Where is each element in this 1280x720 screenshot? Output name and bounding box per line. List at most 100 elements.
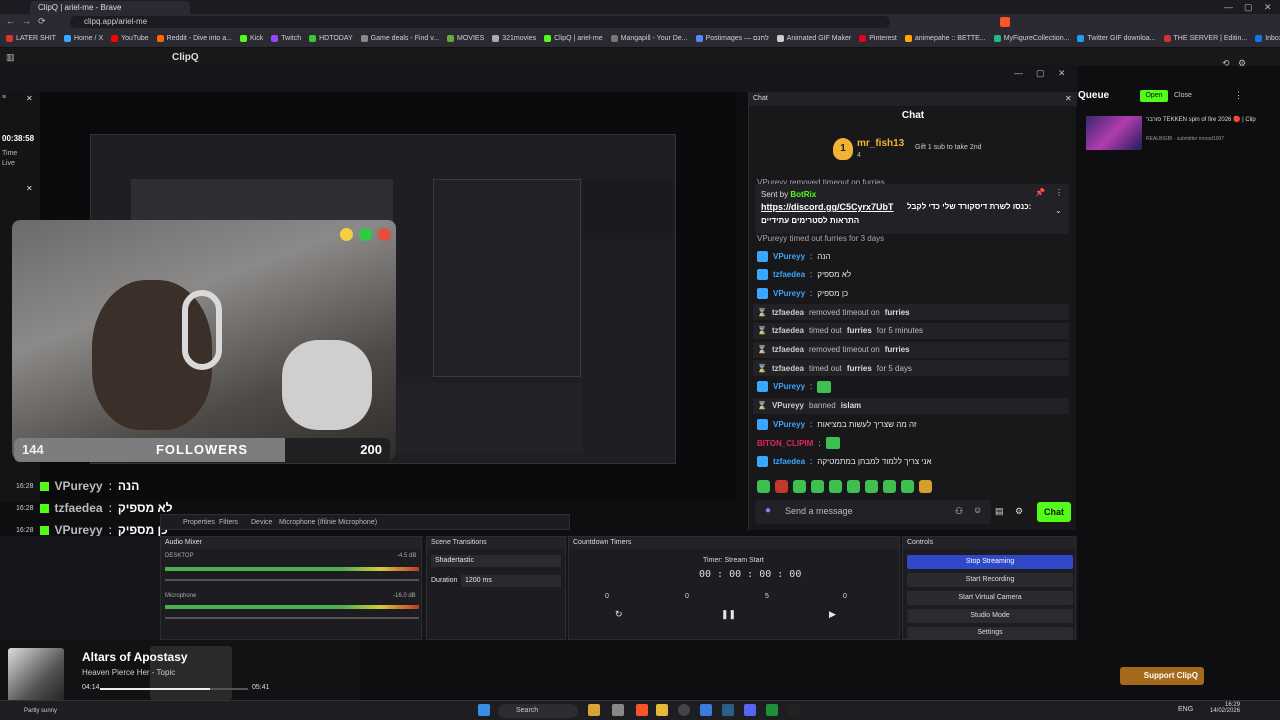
bookmark-item[interactable]: Home / X: [63, 35, 103, 42]
mod-user[interactable]: VPureyy: [772, 401, 804, 410]
mod-target[interactable]: islam: [841, 401, 861, 410]
terminal-icon[interactable]: [788, 704, 800, 716]
mic-icon[interactable]: ●: [765, 505, 771, 516]
chevron-down-icon[interactable]: ⌄: [1055, 206, 1062, 215]
emote-icon[interactable]: [757, 480, 770, 493]
browser-tab[interactable]: ClipQ | ariel-me - Brave: [30, 1, 190, 14]
timer-ms-field[interactable]: 0: [843, 593, 847, 600]
mod-user[interactable]: tzfaedea: [772, 345, 804, 354]
emote-icon[interactable]: [847, 480, 860, 493]
chat-settings-icon[interactable]: ⚙: [1015, 506, 1023, 517]
brave-shield-icon[interactable]: [1000, 17, 1010, 27]
bookmark-item[interactable]: Reddit - Dive into a...: [156, 35, 232, 42]
gift-icon[interactable]: ▤: [995, 506, 1004, 517]
maximize-icon[interactable]: ▢: [1244, 2, 1253, 13]
gifter-name[interactable]: mr_fish13: [857, 138, 904, 149]
forward-icon[interactable]: →: [22, 16, 31, 26]
support-button[interactable]: Support ClipQ: [1120, 667, 1204, 685]
bookmark-item[interactable]: Mangapill - Your De...: [610, 35, 688, 42]
start-virtual-camera-button[interactable]: Start Virtual Camera: [907, 591, 1073, 605]
queue-thumbnail[interactable]: [1086, 116, 1142, 150]
obs-icon[interactable]: [678, 704, 690, 716]
mod-target[interactable]: furries: [847, 364, 872, 373]
chat-username[interactable]: BITON_CLIPIM: [757, 439, 813, 448]
studio-mode-button[interactable]: Studio Mode: [907, 609, 1073, 623]
mic-slider[interactable]: [165, 617, 419, 619]
windows-start-icon[interactable]: [478, 704, 490, 716]
queue-item-title[interactable]: סורבר TEKKEN spin of fire 2026 🔴 | Clip: [1146, 116, 1258, 123]
pinned-more-icon[interactable]: ⋮: [1055, 188, 1063, 197]
pause-icon[interactable]: ❚❚: [721, 609, 736, 620]
left-dock-close-icon[interactable]: ✕: [26, 94, 33, 103]
settings-icon[interactable]: ⚙: [1238, 58, 1246, 69]
emote-icon[interactable]: [865, 480, 878, 493]
bookmark-item[interactable]: MOVIES: [447, 35, 484, 42]
transition-select[interactable]: Shadertastic: [431, 555, 561, 567]
filters-button[interactable]: Filters: [219, 519, 238, 526]
task-view-icon[interactable]: [612, 704, 624, 716]
bookmark-item[interactable]: Twitch: [271, 35, 301, 42]
brave-icon[interactable]: [636, 704, 648, 716]
mod-user[interactable]: tzfaedea: [772, 326, 804, 335]
bookmark-item[interactable]: Kick: [240, 35, 263, 42]
bookmark-item[interactable]: Pinterest: [859, 35, 897, 42]
bookmark-item[interactable]: animepahe :: BETTE...: [904, 35, 986, 42]
queue-close-button[interactable]: Close: [1174, 90, 1202, 102]
chat-username[interactable]: tzfaedea: [773, 270, 805, 279]
obs-minimize-icon[interactable]: —: [1014, 68, 1023, 78]
reset-icon[interactable]: ↻: [615, 609, 623, 620]
bookmark-item[interactable]: THE SERVER | Editin...: [1163, 35, 1247, 42]
chat-username[interactable]: VPureyy: [773, 382, 805, 391]
dock-close-icon[interactable]: ✕: [26, 184, 33, 193]
duration-input[interactable]: 1200 ms: [461, 575, 561, 587]
emote-icon[interactable]: [901, 480, 914, 493]
bookmark-item[interactable]: MyFigureCollection...: [993, 35, 1069, 42]
send-chat-button[interactable]: Chat: [1037, 502, 1071, 522]
bookmark-item[interactable]: Animated GIF Maker: [776, 35, 851, 42]
settings-button[interactable]: Settings: [907, 627, 1073, 639]
taskbar-search[interactable]: Search: [498, 704, 578, 718]
queue-menu-icon[interactable]: ⋮: [1234, 90, 1243, 101]
bookmark-item[interactable]: HDTODAY: [309, 35, 353, 42]
bookmark-item[interactable]: LATER SHIT: [6, 35, 56, 42]
left-dock-menu-icon[interactable]: ≡: [2, 94, 6, 101]
device-select[interactable]: Microphone (Ifilnie Microphone): [279, 519, 377, 526]
discord-link[interactable]: https://discord.gg/C5Cyrx7UbT: [761, 202, 894, 212]
start-recording-button[interactable]: Start Recording: [907, 573, 1073, 587]
desktop-slider[interactable]: [165, 579, 419, 581]
minimize-icon[interactable]: —: [1224, 2, 1233, 12]
bookmark-item[interactable]: ClipQ | ariel-me: [544, 35, 603, 42]
emote-icon[interactable]: [829, 480, 842, 493]
bookmark-item[interactable]: YouTube: [111, 35, 149, 42]
close-icon[interactable]: ✕: [1264, 2, 1272, 13]
chat-username[interactable]: VPureyy: [773, 289, 805, 298]
excel-icon[interactable]: [766, 704, 778, 716]
chat-username[interactable]: VPureyy: [773, 252, 805, 261]
mod-user[interactable]: tzfaedea: [772, 364, 804, 373]
bookmark-item[interactable]: Twitter GIF downloa...: [1077, 35, 1156, 42]
emote-icon[interactable]: [919, 480, 932, 493]
reload-icon[interactable]: ⟳: [38, 16, 46, 27]
chat-close-icon[interactable]: ✕: [1065, 94, 1072, 103]
app-icon-1[interactable]: [588, 704, 600, 716]
obs-close-icon[interactable]: ✕: [1058, 68, 1066, 79]
bookmark-item[interactable]: Inbox (252) - ariel...: [1255, 35, 1280, 42]
emote-icon[interactable]: [793, 480, 806, 493]
back-icon[interactable]: ←: [6, 16, 15, 26]
bookmark-item[interactable]: 321movies: [492, 35, 536, 42]
emote-icon[interactable]: [775, 480, 788, 493]
mod-user[interactable]: tzfaedea: [772, 308, 804, 317]
file-explorer-icon[interactable]: [656, 704, 668, 716]
bookmark-item[interactable]: Postimages — לחנם: [695, 35, 769, 42]
emote-icon[interactable]: [883, 480, 896, 493]
pin-icon[interactable]: 📌: [1035, 188, 1045, 197]
language-indicator[interactable]: ENG: [1178, 706, 1193, 713]
queue-open-button[interactable]: Open: [1140, 90, 1168, 102]
play-icon[interactable]: ▶: [829, 609, 836, 620]
discord-icon[interactable]: [744, 704, 756, 716]
bookmark-item[interactable]: Game deals - Find v...: [360, 35, 439, 42]
emoji-icon[interactable]: ☺: [973, 505, 982, 515]
timer-minutes-field[interactable]: 0: [685, 593, 689, 600]
properties-button[interactable]: Properties: [183, 519, 215, 526]
stop-streaming-button[interactable]: Stop Streaming: [907, 555, 1073, 569]
